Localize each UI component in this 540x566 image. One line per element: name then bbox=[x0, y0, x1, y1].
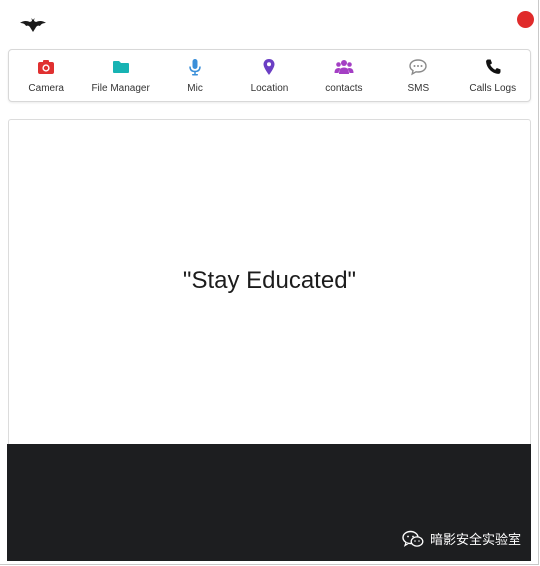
mic-button[interactable]: Mic bbox=[158, 54, 232, 98]
camera-label: Camera bbox=[28, 83, 64, 94]
users-icon bbox=[334, 60, 354, 74]
mic-label: Mic bbox=[187, 83, 203, 94]
location-label: Location bbox=[250, 83, 289, 94]
map-pin-icon bbox=[263, 59, 275, 75]
camera-button[interactable]: Camera bbox=[9, 54, 83, 98]
watermark-text: 暗影安全实验室 bbox=[429, 532, 521, 547]
watermark: 暗影安全实验室 bbox=[402, 529, 521, 548]
contacts-button[interactable]: contacts bbox=[307, 54, 381, 98]
calls-logs-label: Calls Logs bbox=[469, 83, 517, 94]
wechat-icon bbox=[402, 530, 424, 547]
chat-bubble-icon bbox=[409, 59, 428, 76]
phone-icon bbox=[485, 59, 501, 74]
app-window: Camera File Manager Mic Location contact… bbox=[0, 0, 539, 565]
sms-button[interactable]: SMS bbox=[381, 54, 455, 98]
close-button[interactable] bbox=[517, 11, 534, 28]
footer-bar: 暗影安全实验室 bbox=[7, 444, 531, 561]
camera-icon bbox=[38, 60, 55, 74]
bat-logo-icon bbox=[19, 17, 47, 33]
quote-text: "Stay Educated" bbox=[182, 267, 357, 294]
file-manager-button[interactable]: File Manager bbox=[84, 54, 158, 98]
microphone-icon bbox=[189, 59, 201, 76]
file-manager-label: File Manager bbox=[91, 83, 150, 94]
calls-logs-button[interactable]: Calls Logs bbox=[456, 54, 530, 98]
folder-icon bbox=[112, 61, 129, 73]
location-button[interactable]: Location bbox=[232, 54, 306, 98]
sms-label: SMS bbox=[407, 83, 430, 94]
feature-toolbar: Camera File Manager Mic Location contact… bbox=[8, 49, 531, 102]
contacts-label: contacts bbox=[325, 83, 363, 94]
